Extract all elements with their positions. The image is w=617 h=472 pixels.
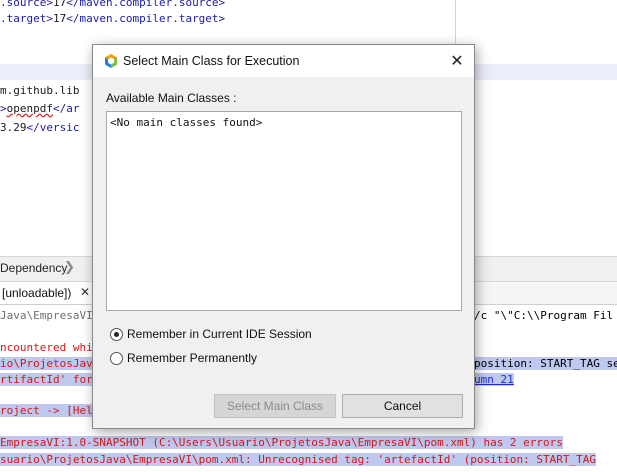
output-line: /c "\"C:\\Program Fil xyxy=(474,309,614,322)
xml-tag: </versic xyxy=(26,121,80,134)
selected-text: io\ProjetosJava xyxy=(0,357,100,370)
main-classes-list[interactable]: <No main classes found> xyxy=(106,111,462,311)
code-line: m.github.lib xyxy=(0,84,79,97)
output-line: io\ProjetosJava xyxy=(0,357,100,370)
netbeans-icon xyxy=(105,54,117,68)
output-line: ncountered whi xyxy=(0,341,93,354)
xml-tag: </maven.compiler.source> xyxy=(66,0,226,9)
code-line: 3.29</versic xyxy=(0,121,79,134)
cancel-button[interactable]: Cancel xyxy=(342,394,463,418)
radio-circle[interactable] xyxy=(110,328,123,341)
output-tab[interactable]: [unloadable]) ✕ xyxy=(0,282,97,304)
dialog-titlebar[interactable]: Select Main Class for Execution ✕ xyxy=(93,45,474,77)
xml-text: 17 xyxy=(52,0,67,9)
selected-text: rtifactId' for c xyxy=(0,373,106,386)
xml-tag: > xyxy=(0,102,7,115)
output-line: suario\ProjetosJava\EmpresaVI\pom.xml: U… xyxy=(0,453,597,466)
xml-tag: .target> xyxy=(0,12,53,25)
radio-label[interactable]: Remember in Current IDE Session xyxy=(127,327,312,341)
radio-circle[interactable] xyxy=(110,352,123,365)
available-classes-label: Available Main Classes : xyxy=(106,91,237,105)
xml-text: 3.29 xyxy=(0,121,27,134)
code-line: >openpdf</ar xyxy=(0,102,79,115)
close-icon[interactable]: ✕ xyxy=(80,285,90,299)
output-line: Java\EmpresaVI xyxy=(0,309,93,322)
output-line: roject -> [Hel xyxy=(0,404,93,417)
output-line: umn 21 xyxy=(474,373,514,386)
radio-label[interactable]: Remember Permanently xyxy=(127,351,257,365)
selected-text: roject -> [Hel xyxy=(0,404,93,417)
code-line: .target>17</maven.compiler.target> xyxy=(0,12,225,25)
xml-tag: </maven.compiler.target> xyxy=(66,12,226,25)
xml-text: openpdf xyxy=(6,102,53,115)
output-link[interactable]: umn 21 xyxy=(474,373,514,386)
code-line: .source>17</maven.compiler.source> xyxy=(0,0,225,9)
select-main-class-dialog: Select Main Class for Execution ✕ Availa… xyxy=(92,44,475,429)
output-line: EmpresaVI:1.0-SNAPSHOT (C:\Users\Usuario… xyxy=(0,436,563,449)
breadcrumb-item[interactable]: Dependency xyxy=(0,261,67,275)
select-main-class-button[interactable]: Select Main Class xyxy=(214,394,336,418)
output-line: rtifactId' for c xyxy=(0,373,106,386)
xml-tag: .source> xyxy=(0,0,53,9)
selected-text: position: START_TAG se xyxy=(474,357,617,370)
xml-tag: </ar xyxy=(52,102,80,115)
selected-text: EmpresaVI:1.0-SNAPSHOT (C:\Users\Usuario… xyxy=(0,436,563,449)
tab-label: [unloadable]) xyxy=(2,286,72,300)
xml-text: m.github.lib xyxy=(0,84,80,97)
empty-list-message: <No main classes found> xyxy=(110,116,263,129)
selected-text: suario\ProjetosJava\EmpresaVI\pom.xml: U… xyxy=(0,453,597,466)
close-icon[interactable]: ✕ xyxy=(445,49,469,73)
xml-text: 17 xyxy=(52,12,67,25)
radio-dot xyxy=(114,332,119,337)
output-line: position: START_TAG se xyxy=(474,357,617,370)
chevron-right-icon: ❯ xyxy=(64,260,75,275)
dialog-title: Select Main Class for Execution xyxy=(123,54,300,68)
